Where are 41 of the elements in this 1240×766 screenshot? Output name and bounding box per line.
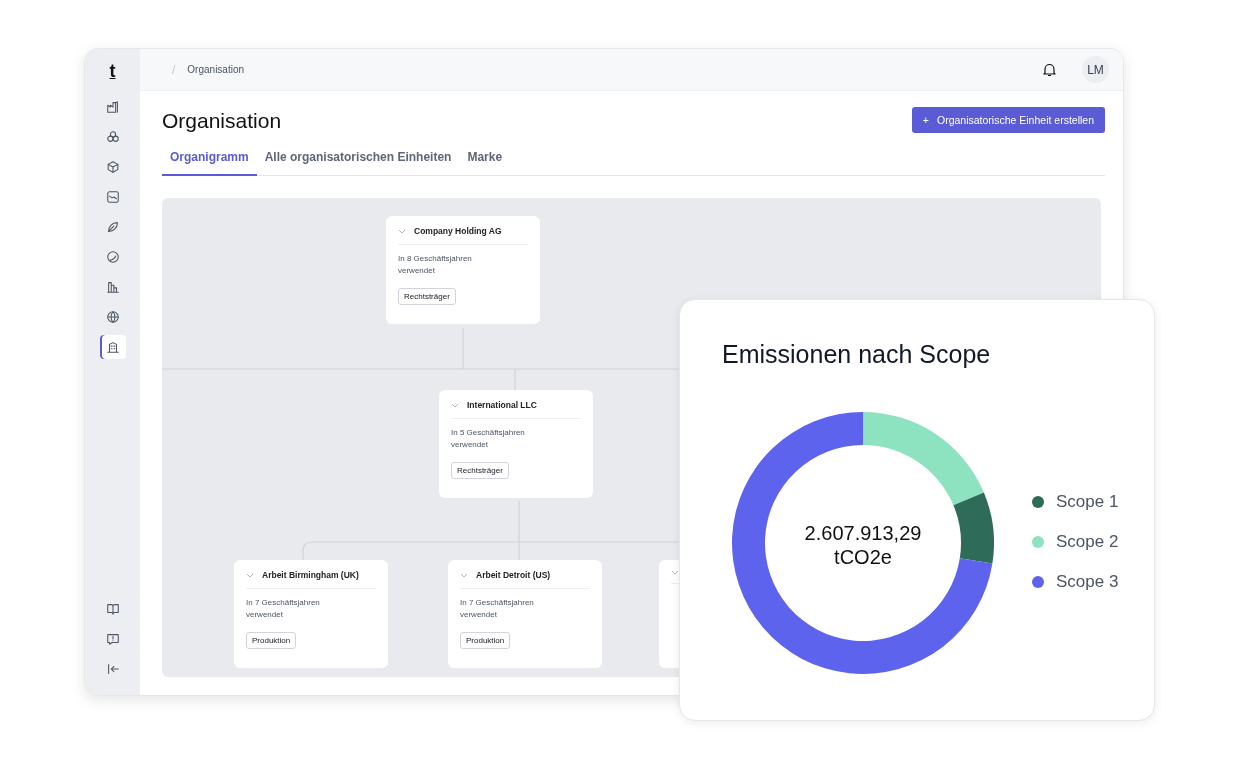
unit-name: Arbeit Birmingham (UK) — [262, 570, 359, 580]
notification-bell-icon[interactable] — [1043, 62, 1056, 77]
card-title: Emissionen nach Scope — [722, 340, 991, 369]
org-card[interactable]: Arbeit Birmingham (UK) In 7 Geschäftsjahren verwendet Produktion — [234, 560, 388, 668]
logo[interactable]: t — [109, 61, 116, 81]
tab[interactable]: Organigramm — [162, 143, 257, 176]
create-unit-button[interactable]: + Organisatorische Einheit erstellen — [911, 107, 1105, 133]
breadcrumb-separator: / — [172, 62, 176, 77]
unit-name: Arbeit Detroit (US) — [476, 570, 551, 580]
building-icon — [105, 340, 120, 354]
circles-icon — [105, 130, 120, 144]
user-avatar[interactable]: LM — [1082, 56, 1109, 83]
chart-icon — [105, 190, 120, 204]
breadcrumb-link[interactable]: Organisation — [187, 64, 1031, 75]
tab[interactable]: Marke — [459, 143, 511, 176]
usage-text: In 7 Geschäftsjahren verwendet — [460, 597, 535, 621]
total-emissions: 2.607.913,29 tCO2e — [803, 521, 923, 569]
org-card[interactable]: International LLC In 5 Geschäftsjahren verwendet Rechtsträger — [439, 390, 593, 498]
page-title: Organisation — [162, 109, 282, 133]
sidebar-item[interactable] — [99, 335, 126, 359]
leaf-icon — [105, 220, 120, 234]
factory-icon — [105, 100, 120, 114]
bar-chart-icon — [105, 280, 120, 294]
swirl-icon — [105, 250, 120, 264]
usage-text: In 7 Geschäftsjahren verwendet — [246, 597, 321, 621]
unit-name: International LLC — [467, 400, 537, 410]
unit-name: Company Holding AG — [414, 226, 502, 236]
unit-type-tag: Rechtsträger — [398, 288, 456, 305]
unit-type-tag: Produktion — [246, 632, 297, 649]
tab[interactable]: Alle organisatorischen Einheiten — [256, 143, 460, 176]
unit-type-tag: Produktion — [460, 632, 511, 649]
globe-icon — [105, 310, 120, 324]
org-card[interactable]: Arbeit Detroit (US) In 7 Geschäftsjahren verwendet Produktion — [448, 560, 602, 668]
legend-label: Scope 2 — [1056, 532, 1119, 552]
unit-type-tag: Rechtsträger — [451, 462, 509, 479]
usage-text: In 5 Geschäftsjahren verwendet — [451, 427, 526, 451]
org-card[interactable]: Company Holding AG In 8 Geschäftsjahren verwendet Rechtsträger — [386, 216, 540, 324]
cube-icon — [105, 160, 120, 174]
legend-label: Scope 3 — [1056, 572, 1119, 592]
legend-label: Scope 1 — [1056, 492, 1119, 512]
usage-text: In 8 Geschäftsjahren verwendet — [398, 253, 473, 277]
